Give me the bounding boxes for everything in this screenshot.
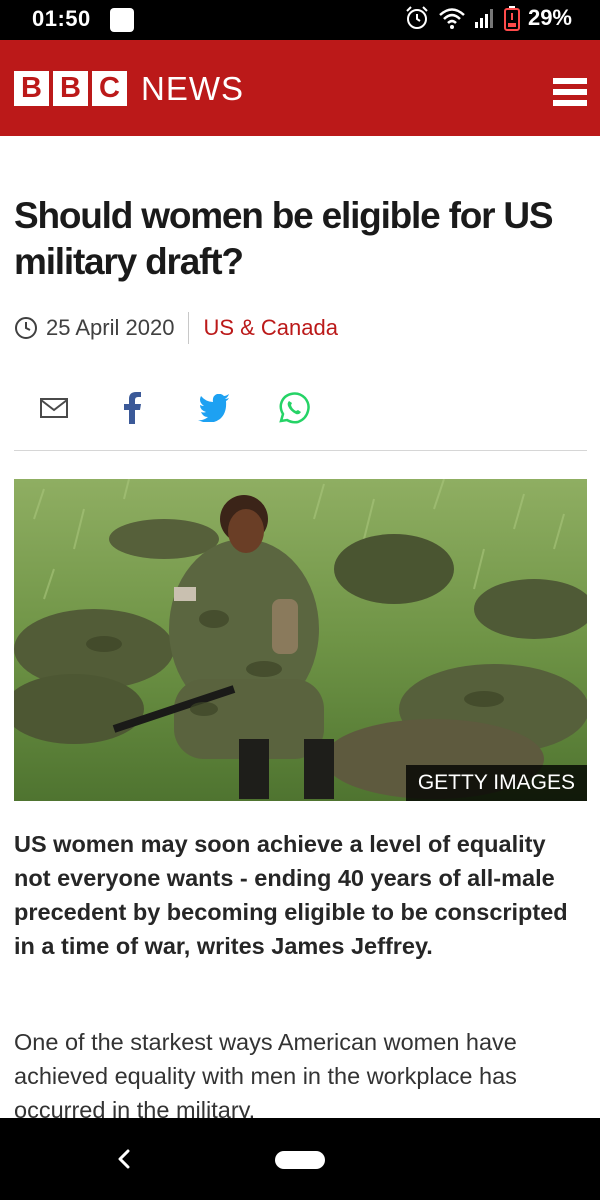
- article-intro: US women may soon achieve a level of equ…: [14, 831, 568, 959]
- site-header: B B C NEWS: [0, 40, 600, 136]
- soldiers-photo: [14, 479, 587, 801]
- email-icon[interactable]: [36, 390, 72, 426]
- facebook-icon[interactable]: [114, 390, 150, 426]
- battery-percent: 29%: [527, 5, 572, 30]
- logo-letter: C: [92, 71, 127, 106]
- alarm-icon: [406, 6, 428, 29]
- signal-icon: [474, 9, 493, 28]
- notification-icon: [110, 8, 134, 32]
- article-hero-image[interactable]: GETTY IMAGES: [14, 479, 587, 801]
- status-icons: 29%: [404, 5, 572, 31]
- divider: [14, 450, 587, 451]
- article-date: 25 April 2020: [46, 315, 175, 340]
- logo-letter: B: [53, 71, 88, 106]
- back-icon[interactable]: [112, 1146, 138, 1172]
- article-body-paragraph: One of the starkest ways American women …: [14, 1029, 517, 1123]
- clock-icon: [15, 317, 37, 339]
- news-wordmark[interactable]: NEWS: [141, 70, 244, 108]
- section-link[interactable]: US & Canada: [203, 315, 338, 341]
- article-headline: Should women be eligible for US military…: [14, 195, 554, 282]
- battery-icon: [503, 6, 520, 31]
- logo-letter: B: [14, 71, 49, 106]
- system-nav-bar: [0, 1118, 600, 1200]
- status-bar: 01:50 29%: [0, 0, 600, 40]
- status-time: 01:50: [32, 6, 91, 31]
- wifi-icon: [439, 8, 465, 29]
- home-pill-icon[interactable]: [275, 1151, 325, 1169]
- twitter-icon[interactable]: [196, 390, 232, 426]
- whatsapp-icon[interactable]: [276, 390, 312, 426]
- image-credit: GETTY IMAGES: [405, 765, 587, 801]
- meta-divider: [188, 312, 190, 344]
- article-meta: 25 April 2020 US & Canada: [14, 312, 338, 344]
- hamburger-menu-icon[interactable]: [553, 78, 587, 106]
- bbc-logo[interactable]: B B C: [14, 71, 127, 106]
